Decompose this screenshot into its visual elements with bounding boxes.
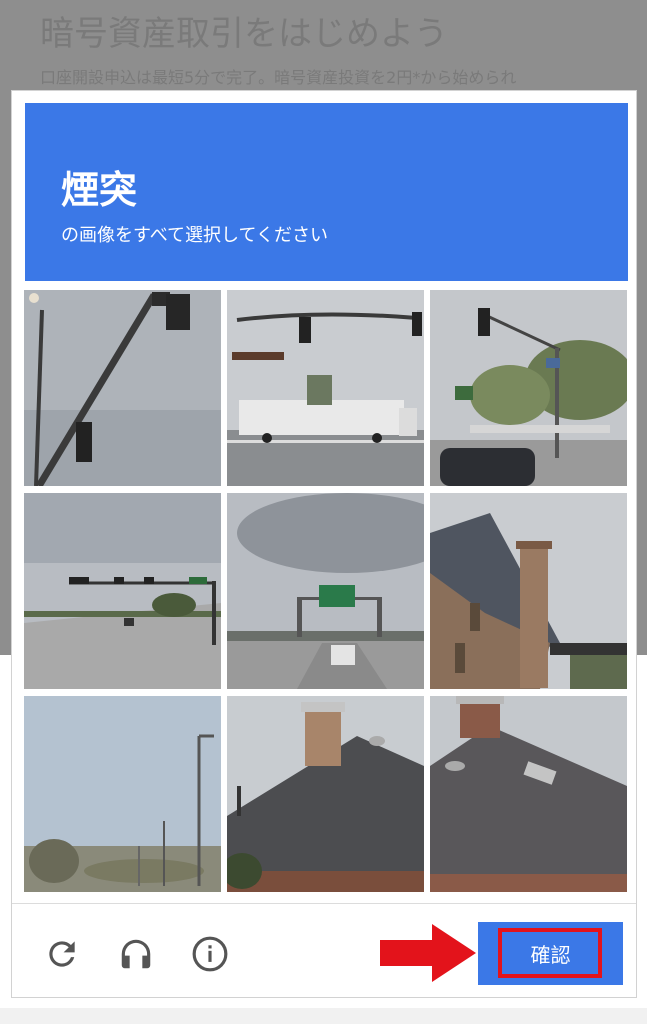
info-button[interactable]	[190, 934, 230, 974]
tile-image-highway-sign	[227, 493, 424, 689]
headphones-icon	[121, 939, 151, 969]
image-tile-8[interactable]	[227, 696, 424, 892]
image-tile-1[interactable]	[24, 290, 221, 486]
tile-image-truck	[227, 290, 424, 486]
image-tile-2[interactable]	[227, 290, 424, 486]
red-arrow-icon	[380, 924, 476, 982]
tile-image-roof-shingles	[430, 696, 627, 892]
background-title: 暗号資産取引をはじめよう	[40, 14, 448, 54]
verify-button-label: 確認	[530, 943, 571, 967]
audio-challenge-button[interactable]	[116, 934, 156, 974]
challenge-header: 煙突 の画像をすべて選択してください	[25, 103, 628, 281]
image-tile-5[interactable]	[227, 493, 424, 689]
target-word: 煙突	[61, 168, 138, 212]
tile-image-highway-lights	[24, 493, 221, 689]
tile-image-traffic-light	[24, 290, 221, 486]
tile-image-house-chimney	[430, 493, 627, 689]
tile-image-traffic-light-trees	[430, 290, 627, 486]
recaptcha-challenge: 煙突 の画像をすべて選択してください 確認	[11, 90, 637, 998]
challenge-footer: 確認	[12, 903, 636, 999]
reload-icon	[49, 941, 75, 967]
tile-image-roof-chimney	[227, 696, 424, 892]
verify-button[interactable]: 確認	[478, 922, 623, 985]
instruction-text: の画像をすべて選択してください	[61, 225, 328, 246]
background-bottom-bar	[0, 1008, 647, 1024]
image-tile-6[interactable]	[430, 493, 627, 689]
image-tile-4[interactable]	[24, 493, 221, 689]
image-tile-3[interactable]	[430, 290, 627, 486]
background-subtitle: 口座開設申込は最短5分で完了。暗号資産投資を2円*から始められ	[40, 68, 517, 87]
image-tile-7[interactable]	[24, 696, 221, 892]
reload-button[interactable]	[42, 934, 82, 974]
image-grid	[24, 290, 629, 894]
tile-image-streetlight	[24, 696, 221, 892]
image-tile-9[interactable]	[430, 696, 627, 892]
info-icon	[192, 936, 228, 972]
